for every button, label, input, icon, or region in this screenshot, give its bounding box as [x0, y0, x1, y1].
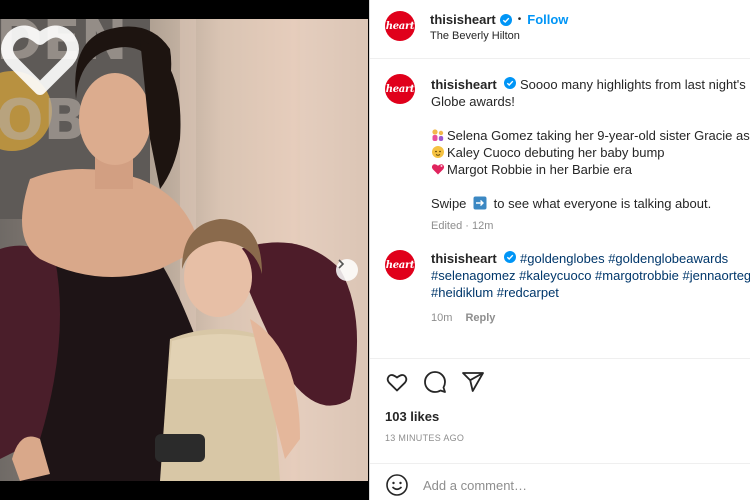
avatar-logo-text: heart	[385, 83, 415, 95]
verified-badge-icon	[504, 77, 517, 89]
verified-badge-icon	[504, 251, 517, 263]
divider	[370, 358, 750, 359]
avatar[interactable]: heart	[385, 74, 415, 104]
post-photo[interactable]: DEN OB	[0, 19, 368, 481]
like-heart-icon[interactable]	[385, 370, 409, 394]
separator-dot: •	[517, 14, 522, 25]
comments-list[interactable]: heart thisisheart Soooo many highlights …	[370, 60, 750, 358]
post-header: heart thisisheart • Follow The Beverly H…	[370, 0, 750, 59]
add-comment-bar	[385, 472, 745, 498]
caption-text: to see what everyone is talking about.	[493, 196, 712, 211]
hashtag-links[interactable]: #selenagomez #kaleycuoco #margotrobbie #…	[431, 267, 750, 284]
post-location[interactable]: The Beverly Hilton	[430, 30, 520, 42]
comment-username[interactable]: thisisheart	[431, 251, 497, 266]
pink-heart-emoji-icon	[431, 164, 445, 175]
avatar[interactable]: heart	[385, 11, 415, 41]
post-sidebar: heart thisisheart • Follow The Beverly H…	[369, 0, 750, 500]
avatar-logo-text: heart	[385, 259, 415, 271]
hashtag-links[interactable]: #heidiklum #redcarpet	[431, 284, 750, 301]
caption-text: Margot Robbie in her Barbie era	[447, 162, 632, 177]
caption-text: Soooo many highlights from last night's …	[520, 77, 750, 92]
avatar-logo-text: heart	[385, 20, 415, 32]
right-arrow-emoji-icon	[473, 196, 487, 210]
caption-text: Selena Gomez taking her 9-year-old siste…	[447, 128, 750, 143]
reply-button[interactable]: Reply	[465, 312, 495, 324]
like-count[interactable]: 103 likes	[385, 409, 439, 424]
divider	[370, 463, 750, 464]
caption-text: Kaley Cuoco debuting her baby bump	[447, 145, 665, 160]
verified-badge-icon	[499, 13, 512, 26]
comment-icon[interactable]	[423, 370, 447, 394]
comment-time: 10m	[431, 312, 453, 324]
avatar[interactable]: heart	[385, 250, 415, 280]
action-bar	[385, 370, 485, 394]
caption-text: Globe awards!	[431, 94, 515, 109]
next-photo-button[interactable]	[336, 259, 358, 281]
add-comment-input[interactable]	[423, 477, 723, 493]
baby-emoji-icon	[432, 146, 444, 158]
hashtag-links[interactable]: #goldenglobes #goldenglobeawards	[520, 251, 728, 266]
chevron-right-icon	[338, 259, 345, 269]
sisters-emoji-icon	[432, 129, 444, 141]
post-timestamp: 13 MINUTES AGO	[385, 433, 465, 443]
caption-text: Swipe	[431, 196, 467, 211]
heart-watermark-icon	[1, 25, 79, 95]
share-icon[interactable]	[461, 370, 485, 394]
caption-meta: Edited · 12m	[431, 220, 494, 232]
follow-button[interactable]: Follow	[527, 12, 568, 27]
post-media: DEN OB	[0, 0, 368, 500]
emoji-picker-icon[interactable]	[385, 473, 409, 497]
post-username[interactable]: thisisheart	[430, 12, 496, 27]
caption-username[interactable]: thisisheart	[431, 77, 497, 92]
